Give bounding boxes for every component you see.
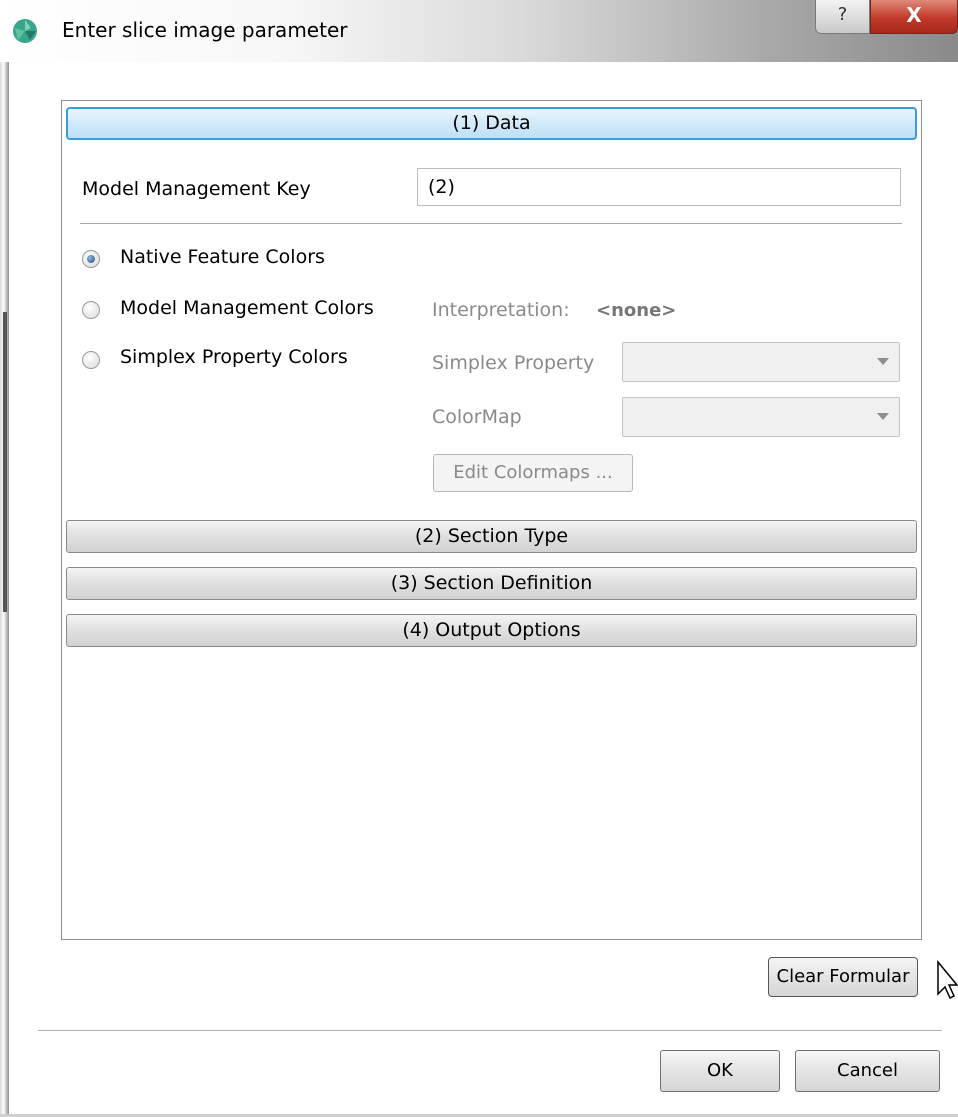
mouse-cursor-icon: [937, 960, 958, 1000]
section-type-header[interactable]: (2) Section Type: [66, 520, 917, 553]
model-management-key-input[interactable]: [417, 168, 901, 206]
cancel-button[interactable]: Cancel: [795, 1050, 940, 1092]
help-button[interactable]: ?: [815, 0, 870, 34]
colormap-label: ColorMap: [432, 406, 522, 428]
model-management-colors-label[interactable]: Model Management Colors: [120, 297, 374, 319]
model-management-colors-radio[interactable]: [82, 301, 100, 319]
separator: [80, 223, 902, 224]
footer-separator: [38, 1030, 942, 1031]
model-management-key-label: Model Management Key: [82, 178, 311, 200]
window-left-border: [0, 62, 9, 1117]
section-data-header[interactable]: (1) Data: [66, 107, 917, 140]
simplex-property-colors-label[interactable]: Simplex Property Colors: [120, 346, 348, 368]
edit-colormaps-button[interactable]: Edit Colormaps ...: [433, 454, 633, 492]
simplex-property-dropdown[interactable]: [622, 342, 900, 382]
chevron-down-icon: [877, 413, 889, 420]
interpretation-label: Interpretation:: [432, 299, 570, 321]
window-title: Enter slice image parameter: [62, 18, 348, 42]
close-button[interactable]: X: [870, 0, 958, 34]
section-definition-header[interactable]: (3) Section Definition: [66, 567, 917, 600]
output-options-header[interactable]: (4) Output Options: [66, 614, 917, 647]
native-feature-colors-radio[interactable]: [82, 250, 100, 268]
colormap-dropdown[interactable]: [622, 397, 900, 437]
interpretation-value: <none>: [596, 300, 677, 321]
clear-formular-button[interactable]: Clear Formular: [768, 957, 918, 997]
native-feature-colors-label[interactable]: Native Feature Colors: [120, 246, 325, 268]
ok-button[interactable]: OK: [660, 1050, 780, 1092]
app-icon: [13, 19, 37, 43]
title-bar: Enter slice image parameter ? X: [0, 0, 958, 62]
chevron-down-icon: [877, 358, 889, 365]
simplex-property-colors-radio[interactable]: [82, 351, 100, 369]
simplex-property-label: Simplex Property: [432, 352, 595, 374]
